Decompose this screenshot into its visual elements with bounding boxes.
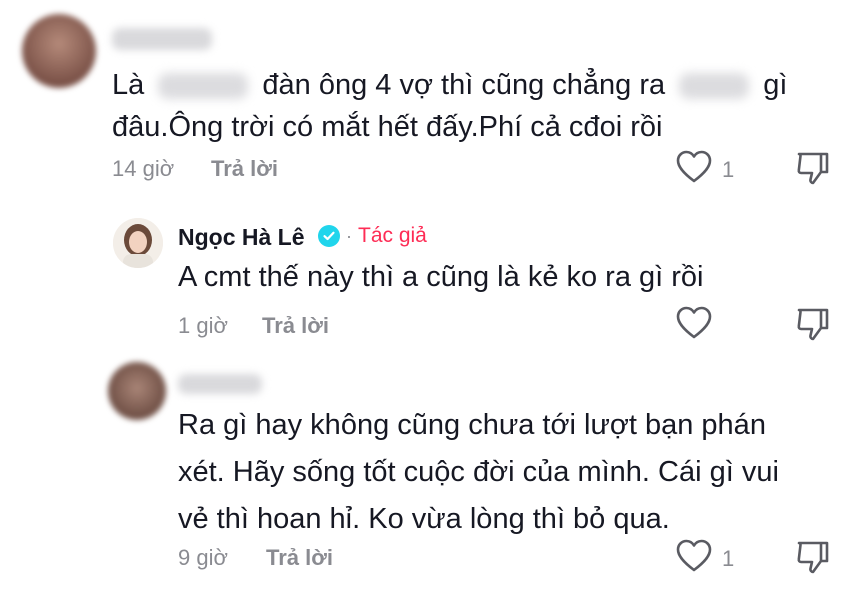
comment-text-segment: đàn ông 4 vợ thì cũng chẳng ra <box>262 69 666 101</box>
comment-text-line: Ra gì hay không cũng chưa tới lượt bạn p… <box>178 409 766 441</box>
commenter-avatar[interactable] <box>108 362 166 420</box>
comment-text-line: đâu.Ông trời có mắt hết đấy.Phí cả cđoi … <box>112 111 663 143</box>
like-count: 1 <box>722 156 735 182</box>
comment-timestamp: 9 giờ <box>178 545 228 570</box>
dislike-button[interactable] <box>795 539 831 580</box>
blurred-username <box>178 374 262 394</box>
thumbs-down-icon <box>795 541 831 579</box>
comment-timestamp: 14 giờ <box>112 156 175 181</box>
commenter-avatar[interactable] <box>22 14 96 88</box>
comment-text: Là đàn ông 4 vợ thì cũng chẳng ra gì đâu… <box>112 64 812 148</box>
reply-button[interactable]: Trả lời <box>211 156 278 182</box>
blurred-word <box>679 73 750 100</box>
comment-timestamp: 1 giờ <box>178 313 228 338</box>
like-button[interactable]: 1 <box>676 150 734 189</box>
heart-icon <box>676 539 712 578</box>
thumbs-down-icon <box>795 308 831 346</box>
comment-text: Ra gì hay không cũng chưa tới lượt bạn p… <box>178 402 838 543</box>
author-avatar[interactable] <box>113 218 163 268</box>
like-count: 1 <box>722 545 735 571</box>
comment-text-segment: Là <box>112 69 145 101</box>
reply-button[interactable]: Trả lời <box>266 545 333 571</box>
reply-button[interactable]: Trả lời <box>262 313 329 339</box>
blurred-word <box>158 73 249 100</box>
author-tag-group: · Tác giả <box>318 224 427 248</box>
comment-text-line: vẻ thì hoan hỉ. Ko vừa lòng thì bỏ qua. <box>178 503 670 535</box>
heart-icon <box>676 306 712 345</box>
dislike-button[interactable] <box>795 150 831 191</box>
dislike-button[interactable] <box>795 306 831 347</box>
verified-badge-icon <box>318 225 340 247</box>
reply-text: A cmt thế này thì a cũng là kẻ ko ra gì … <box>178 261 704 293</box>
like-button[interactable] <box>676 306 712 345</box>
comment-text-segment: gì <box>763 69 788 101</box>
like-button[interactable]: 1 <box>676 539 734 578</box>
thumbs-down-icon <box>795 152 831 190</box>
separator-dot: · <box>346 225 352 246</box>
heart-icon <box>676 150 712 189</box>
author-tag: Tác giả <box>358 224 427 247</box>
blurred-username <box>112 28 212 50</box>
comment-text-line: xét. Hãy sống tốt cuộc đời của mình. Cái… <box>178 456 779 488</box>
author-username[interactable]: Ngọc Hà Lê <box>178 224 305 251</box>
